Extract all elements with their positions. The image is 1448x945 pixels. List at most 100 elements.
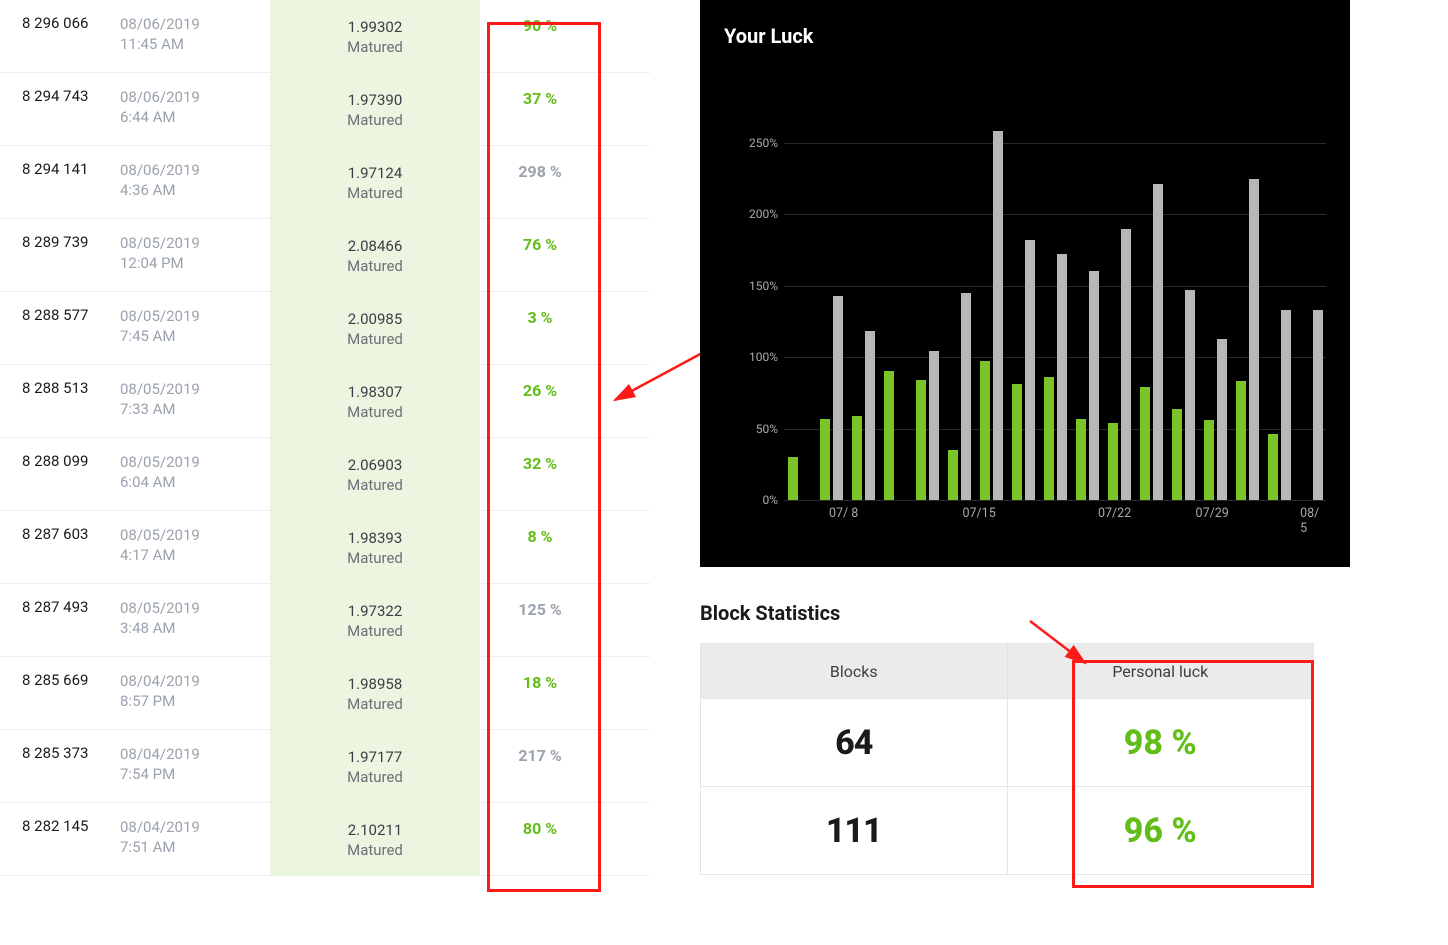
y-tick-label: 0%	[724, 493, 778, 507]
bar-group	[944, 293, 974, 500]
bar-gray[interactable]	[833, 296, 843, 500]
block-reward: 1.97322Matured	[270, 584, 480, 657]
bar-group	[1296, 310, 1326, 500]
bar-green[interactable]	[1108, 423, 1118, 500]
stats-header-blocks: Blocks	[701, 644, 1008, 698]
y-tick-label: 100%	[724, 350, 778, 364]
block-date: 08/06/20196:44 AM	[120, 87, 270, 128]
bar-green[interactable]	[948, 450, 958, 500]
block-number[interactable]: 8 296 066	[0, 14, 120, 32]
bar-green[interactable]	[916, 380, 926, 500]
bar-group	[1040, 254, 1070, 500]
block-number[interactable]: 8 282 145	[0, 817, 120, 835]
block-number[interactable]: 8 288 577	[0, 306, 120, 324]
bar-green[interactable]	[1204, 420, 1214, 500]
table-row: 8 288 57708/05/20197:45 AM2.00985Matured…	[0, 292, 650, 365]
bar-green[interactable]	[820, 419, 830, 500]
bar-group	[1008, 240, 1038, 500]
table-row: 8 294 14108/06/20194:36 AM1.97124Matured…	[0, 146, 650, 219]
block-date: 08/05/20196:04 AM	[120, 452, 270, 493]
block-number[interactable]: 8 285 373	[0, 744, 120, 762]
bar-gray[interactable]	[1185, 290, 1195, 500]
bar-group	[784, 457, 814, 500]
block-number[interactable]: 8 294 141	[0, 160, 120, 178]
block-luck: 217 %	[480, 744, 600, 765]
table-row: 8 288 51308/05/20197:33 AM1.98307Matured…	[0, 365, 650, 438]
table-row: 8 285 37308/04/20197:54 PM1.97177Matured…	[0, 730, 650, 803]
stats-blocks-value: 64	[701, 699, 1008, 786]
block-number[interactable]: 8 287 493	[0, 598, 120, 616]
table-row: 8 287 49308/05/20193:48 AM1.97322Matured…	[0, 584, 650, 657]
bar-green[interactable]	[1076, 419, 1086, 500]
block-luck: 32 %	[480, 452, 600, 473]
block-date: 08/05/20197:45 AM	[120, 306, 270, 347]
bar-gray[interactable]	[1153, 184, 1163, 500]
block-reward: 1.97390Matured	[270, 73, 480, 146]
bar-green[interactable]	[1140, 387, 1150, 500]
block-luck: 125 %	[480, 598, 600, 619]
x-tick-label: 07/29	[1196, 506, 1229, 521]
bar-group	[1168, 290, 1198, 500]
bar-gray[interactable]	[1217, 339, 1227, 500]
block-statistics-title: Block Statistics	[700, 601, 1360, 625]
bar-gray[interactable]	[993, 131, 1003, 500]
block-number[interactable]: 8 287 603	[0, 525, 120, 543]
bar-green[interactable]	[1268, 434, 1278, 500]
bar-green[interactable]	[788, 457, 798, 500]
bar-green[interactable]	[1236, 381, 1246, 500]
x-tick-label: 08/ 5	[1300, 506, 1319, 536]
bar-group	[1072, 271, 1102, 500]
block-date: 08/04/20197:51 AM	[120, 817, 270, 858]
block-reward: 1.98958Matured	[270, 657, 480, 730]
x-tick-label: 07/15	[962, 506, 995, 521]
bar-group	[976, 131, 1006, 500]
chart-plot-area: 0%50%100%150%200%250% 07/ 807/1507/2207/…	[724, 68, 1326, 528]
block-reward: 2.00985Matured	[270, 292, 480, 365]
bar-gray[interactable]	[1121, 229, 1131, 500]
block-date: 08/05/20194:17 AM	[120, 525, 270, 566]
bar-gray[interactable]	[1313, 310, 1323, 500]
stats-luck-value: 98 %	[1008, 699, 1314, 786]
block-luck: 3 %	[480, 306, 600, 327]
block-luck: 26 %	[480, 379, 600, 400]
block-number[interactable]: 8 288 099	[0, 452, 120, 470]
block-reward: 2.06903Matured	[270, 438, 480, 511]
table-row: 8 285 66908/04/20198:57 PM1.98958Matured…	[0, 657, 650, 730]
bar-gray[interactable]	[1025, 240, 1035, 500]
bar-gray[interactable]	[1249, 179, 1259, 500]
block-luck: 37 %	[480, 87, 600, 108]
bar-gray[interactable]	[1057, 254, 1067, 500]
bar-green[interactable]	[1044, 377, 1054, 500]
bar-gray[interactable]	[1089, 271, 1099, 500]
block-number[interactable]: 8 285 669	[0, 671, 120, 689]
table-row: 8 282 14508/04/20197:51 AM2.10211Matured…	[0, 803, 650, 876]
block-reward: 2.10211Matured	[270, 803, 480, 876]
bar-gray[interactable]	[1281, 310, 1291, 500]
block-luck: 80 %	[480, 817, 600, 838]
bar-group	[1104, 229, 1134, 500]
bar-green[interactable]	[884, 371, 894, 500]
bar-group	[1232, 179, 1262, 500]
your-luck-chart-card: Your Luck 0%50%100%150%200%250% 07/ 807/…	[700, 0, 1350, 567]
block-luck: 298 %	[480, 160, 600, 181]
bar-gray[interactable]	[865, 331, 875, 500]
chart-title: Your Luck	[724, 24, 1326, 48]
bar-group	[1200, 339, 1230, 500]
bar-green[interactable]	[1012, 384, 1022, 500]
bar-green[interactable]	[980, 361, 990, 500]
bar-green[interactable]	[1172, 409, 1182, 500]
gridline	[784, 500, 1326, 501]
bar-green[interactable]	[852, 416, 862, 500]
x-tick-label: 07/22	[1098, 506, 1131, 521]
block-reward: 1.99302Matured	[270, 0, 480, 73]
bar-gray[interactable]	[961, 293, 971, 500]
block-reward: 1.98307Matured	[270, 365, 480, 438]
block-date: 08/04/20197:54 PM	[120, 744, 270, 785]
block-date: 08/05/20197:33 AM	[120, 379, 270, 420]
block-number[interactable]: 8 288 513	[0, 379, 120, 397]
block-luck: 76 %	[480, 233, 600, 254]
block-number[interactable]: 8 289 739	[0, 233, 120, 251]
bar-gray[interactable]	[929, 351, 939, 500]
table-row: 8 294 74308/06/20196:44 AM1.97390Matured…	[0, 73, 650, 146]
block-number[interactable]: 8 294 743	[0, 87, 120, 105]
